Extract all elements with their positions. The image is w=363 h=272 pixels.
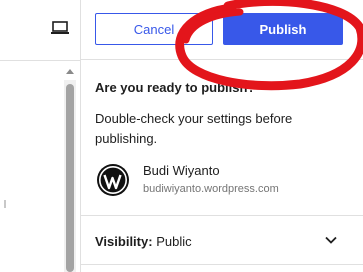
visibility-value: Public — [156, 234, 192, 249]
visibility-toggle[interactable]: Visibility: Public — [81, 217, 363, 265]
desktop-preview-icon[interactable] — [50, 20, 70, 36]
visibility-key: Visibility: — [95, 234, 153, 249]
visibility-label: Visibility: Public — [95, 234, 192, 249]
pre-publish-panel: Cancel Publish Are you ready to publish?… — [80, 0, 363, 272]
wordpress-logo-icon — [97, 164, 129, 196]
pre-publish-description: Double-check your settings before publis… — [95, 111, 293, 146]
editor-edge-marker — [4, 200, 6, 208]
site-name: Budi Wiyanto — [143, 163, 220, 178]
site-url: budiwiyanto.wordpress.com — [143, 183, 279, 195]
panel-header: Cancel Publish — [81, 0, 363, 60]
scroll-up-arrow-icon[interactable] — [65, 67, 75, 75]
scrollbar-thumb[interactable] — [66, 84, 74, 272]
pre-publish-section: Are you ready to publish? Double-check y… — [81, 61, 363, 216]
editor-canvas-area — [0, 0, 80, 272]
pre-publish-heading: Are you ready to publish? — [95, 80, 256, 95]
publish-button[interactable]: Publish — [223, 13, 343, 45]
chevron-down-icon[interactable] — [325, 236, 337, 244]
cancel-button[interactable]: Cancel — [95, 13, 213, 45]
toolbar-divider — [0, 60, 80, 61]
